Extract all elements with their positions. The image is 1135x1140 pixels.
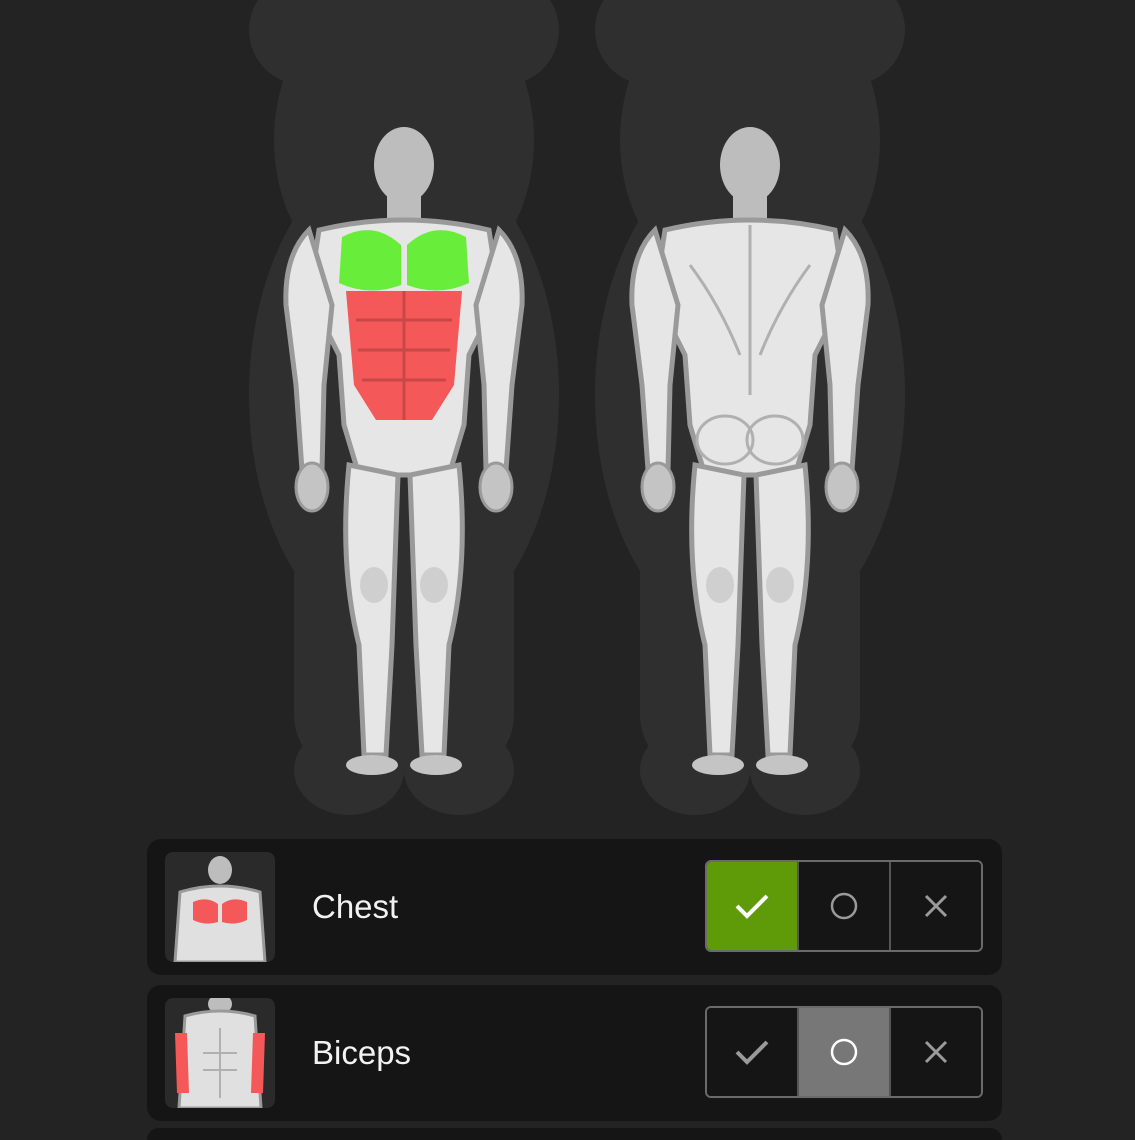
maybe-button[interactable]	[797, 862, 889, 950]
muscle-row-chest: Chest	[147, 839, 1002, 975]
circle-icon	[830, 892, 858, 920]
row-label: Chest	[312, 888, 399, 925]
checkmark-icon	[735, 1040, 769, 1065]
front-figure	[249, 0, 559, 815]
x-icon	[924, 1040, 948, 1064]
yes-button[interactable]	[707, 1008, 797, 1096]
maybe-button[interactable]	[797, 1008, 889, 1096]
circle-icon	[830, 1038, 858, 1066]
chest-muscle-right[interactable]	[407, 230, 469, 291]
no-button[interactable]	[889, 862, 981, 950]
back-figure	[595, 0, 905, 815]
yes-button[interactable]	[707, 862, 797, 950]
chest-muscle[interactable]	[339, 230, 401, 291]
status-selector	[705, 1006, 983, 1098]
muscle-map	[249, 0, 905, 815]
muscle-row-biceps: Biceps	[147, 985, 1002, 1121]
no-button[interactable]	[889, 1008, 981, 1096]
next-row-partial	[147, 1128, 1002, 1140]
status-selector	[705, 860, 983, 952]
chest-thumbnail-icon	[165, 852, 275, 962]
x-icon	[924, 894, 948, 918]
checkmark-icon	[735, 894, 769, 919]
biceps-thumbnail-icon	[165, 998, 275, 1108]
row-label: Biceps	[312, 1034, 412, 1071]
